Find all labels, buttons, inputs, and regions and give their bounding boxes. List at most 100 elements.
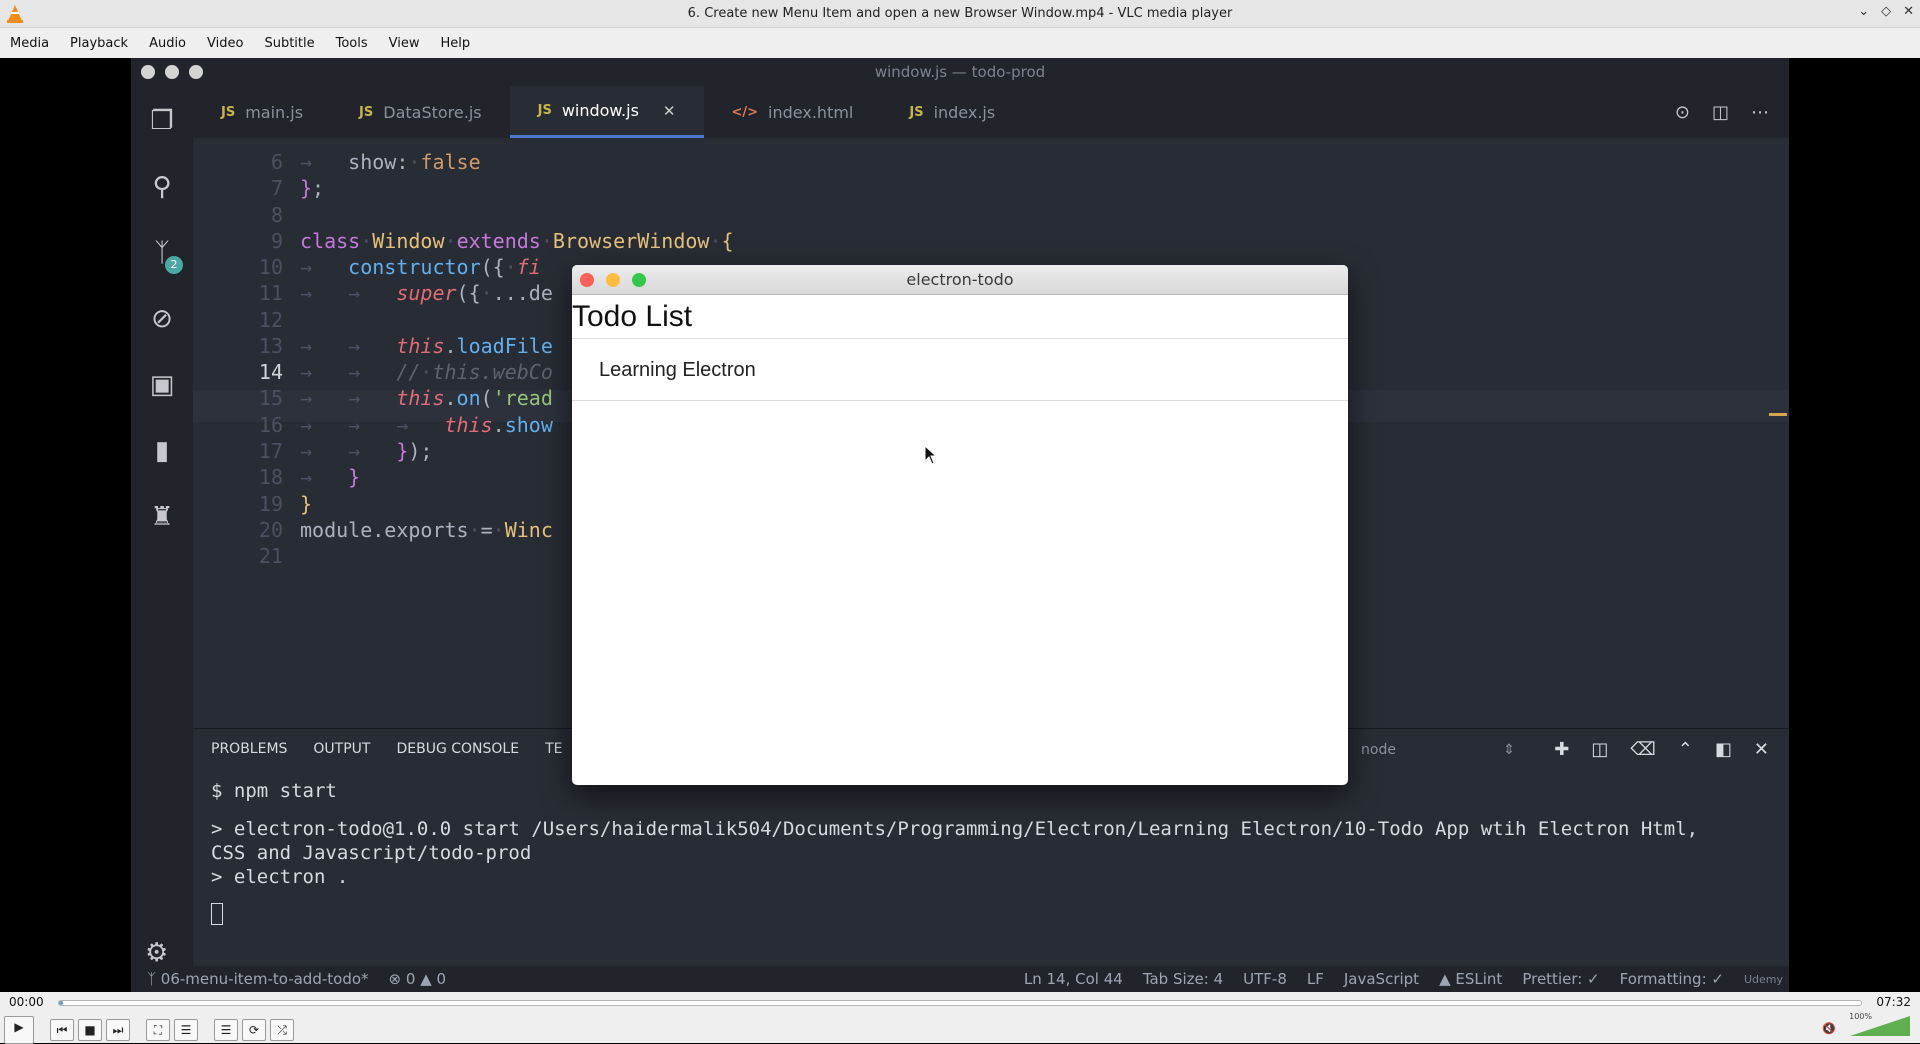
tab-label: index.js [933, 102, 996, 122]
js-file-icon: JS [221, 104, 236, 120]
vscode-titlebar: window.js — todo-prod [131, 58, 1789, 86]
line-number: 18 [258, 465, 283, 489]
mute-icon[interactable]: 🔇 [1822, 1022, 1836, 1035]
docker-icon: ♜ [150, 502, 174, 532]
language-mode: JavaScript [1343, 970, 1420, 988]
code-line: → → }); [300, 439, 433, 463]
line-number: 8 [270, 203, 283, 227]
extended-settings-button[interactable]: ☰ [174, 1019, 198, 1041]
minimize-dot [606, 273, 620, 287]
vlc-menubar: Media Playback Audio Video Subtitle Tool… [0, 28, 1920, 58]
terminal-line: CSS and Javascript/todo-prod [211, 842, 532, 864]
menu-media[interactable]: Media [10, 36, 49, 51]
tab-debug-console: DEBUG CONSOLE [396, 741, 520, 757]
menu-tools[interactable]: Tools [336, 36, 368, 51]
line-number: 6 [270, 150, 283, 174]
js-file-icon: JS [537, 103, 552, 118]
branch-label: 06-menu-item-to-add-todo* [160, 970, 369, 988]
electron-window: electron-todo Todo List Learning Electro… [572, 265, 1348, 785]
line-number: 11 [258, 281, 283, 305]
warning-icon: ▲ [1439, 970, 1451, 988]
menu-subtitle[interactable]: Subtitle [264, 36, 314, 51]
code-line: class·Window·extends·BrowserWindow·{ [300, 229, 734, 253]
extensions-icon: ▣ [149, 370, 175, 400]
tab-window-js: JS window.js ✕ [509, 86, 704, 138]
vlc-controls: 00:00 07:32 ▶ ⏮ ■ ⏭ ⛶ ☰ ☰ ⟳ ⤮ 🔇 100% [0, 992, 1920, 1044]
formatting-status: Formatting: ✓ [1619, 970, 1724, 988]
code-line: → → //·this.webCo [300, 360, 553, 384]
gear-icon: ⚙ [145, 938, 169, 968]
terminal-select: node ⇕ [1353, 737, 1525, 763]
vscode-title: window.js — todo-prod [874, 63, 1046, 81]
tab-terminal: TE [545, 741, 563, 757]
tab-datastore-js: JS DataStore.js [331, 86, 510, 138]
terminal-cursor [211, 902, 223, 925]
time-elapsed: 00:00 [9, 995, 44, 1009]
tab-main-js: JS main.js [193, 86, 331, 138]
code-line: }; [300, 176, 325, 200]
prettier-status: Prettier: ✓ [1522, 970, 1600, 988]
vlc-cone-icon [7, 5, 23, 23]
minimize-icon[interactable]: ⌄ [1858, 4, 1869, 19]
scrollbar-marker [1769, 413, 1787, 416]
time-total: 07:32 [1876, 995, 1911, 1009]
line-number: 14 [258, 360, 283, 384]
branch-status: ᛉ 06-menu-item-to-add-todo* [147, 970, 369, 988]
tab-size: Tab Size: 4 [1142, 970, 1224, 988]
close-dot [580, 273, 594, 287]
split-terminal-icon: ◫ [1591, 738, 1609, 760]
editor-tabs: JS main.js JS DataStore.js JS window.js ✕ </… [193, 86, 1789, 138]
line-number: 9 [270, 229, 283, 253]
line-number: 7 [270, 176, 283, 200]
line-number: 12 [258, 308, 283, 332]
restore-icon[interactable]: ◇ [1881, 4, 1891, 19]
line-number: 13 [258, 334, 283, 358]
warnings-count: 0 [436, 970, 447, 988]
line-number: 10 [258, 255, 283, 279]
play-button[interactable]: ▶ [4, 1016, 34, 1044]
panel-layout-icon: ◧ [1714, 738, 1732, 760]
seek-fill [59, 1001, 63, 1005]
terminal-line: > electron . [211, 866, 349, 888]
close-icon[interactable]: ✕ [1903, 4, 1914, 19]
previous-button[interactable]: ⏮ [50, 1019, 74, 1041]
seek-bar[interactable] [58, 1000, 1862, 1006]
warning-icon: ▲ [420, 970, 432, 988]
encoding: UTF-8 [1243, 970, 1287, 988]
menu-help[interactable]: Help [441, 36, 471, 51]
close-icon: ✕ [662, 101, 676, 120]
tab-problems: PROBLEMS [211, 741, 288, 757]
next-button[interactable]: ⏭ [106, 1019, 130, 1041]
errors-count: 0 [405, 970, 416, 988]
menu-video[interactable]: Video [207, 36, 243, 51]
code-line: → show:·false [300, 150, 481, 174]
zoom-dot [632, 273, 646, 287]
problems-status: ⊗ 0 ▲ 0 [389, 970, 447, 988]
terminal-line: > electron-todo@1.0.0 start /Users/haide… [211, 818, 1699, 840]
mac-minimize-dot [165, 65, 179, 79]
stop-button[interactable]: ■ [78, 1019, 102, 1041]
add-terminal-icon: ✚ [1554, 738, 1570, 760]
menu-audio[interactable]: Audio [149, 36, 186, 51]
mac-close-dot [141, 65, 155, 79]
terminal-select-value: node [1361, 742, 1396, 758]
tab-label: main.js [245, 102, 304, 122]
open-changes-icon: ⊙ [1674, 101, 1690, 123]
loop-button[interactable]: ⟳ [242, 1019, 266, 1041]
fullscreen-button[interactable]: ⛶ [146, 1019, 170, 1041]
scm-badge: 2 [165, 256, 183, 274]
shuffle-button[interactable]: ⤮ [270, 1019, 294, 1041]
terminal-output: $ npm start > electron-todo@1.0.0 start /… [211, 779, 1771, 925]
mouse-pointer-icon [924, 445, 938, 465]
electron-title: electron-todo [906, 270, 1014, 289]
volume-slider[interactable] [1850, 1014, 1910, 1038]
code-line: → constructor({·fi [300, 255, 541, 279]
code-line: → → super({·...de [300, 281, 553, 305]
line-number: 19 [258, 492, 283, 516]
menu-playback[interactable]: Playback [70, 36, 128, 51]
playlist-button[interactable]: ☰ [214, 1019, 238, 1041]
menu-view[interactable]: View [389, 36, 420, 51]
video-area[interactable]: window.js — todo-prod ❐ ⚲ ᛉ2 ⊘ ▣ ▮ ♜ ⚙ J… [0, 58, 1920, 992]
js-file-icon: JS [359, 104, 374, 120]
todo-heading: Todo List [572, 295, 1348, 339]
